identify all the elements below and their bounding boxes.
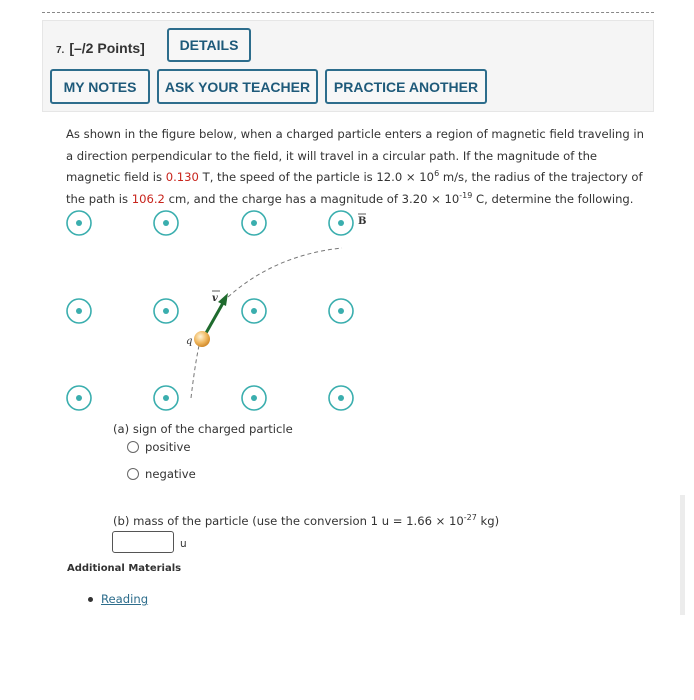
field-symbol-icon <box>328 210 354 236</box>
question-number: 7. <box>56 45 65 56</box>
field-value: 0.130 <box>165 170 199 184</box>
field-symbol-icon <box>241 385 267 411</box>
field-symbol-icon <box>241 298 267 324</box>
field-symbol-icon <box>328 298 354 324</box>
velocity-arrowhead <box>218 293 228 306</box>
velocity-label: v <box>212 293 218 304</box>
mass-unit: u <box>180 538 187 550</box>
conversion-exponent: -27 <box>463 513 477 523</box>
charge-exponent: -19 <box>459 190 473 200</box>
question-header: 7. [–/2 Points] DETAILS MY NOTES ASK YOUR… <box>42 20 654 112</box>
prompt-text: cm, and the charge has a magnitude of 3.… <box>164 191 460 206</box>
prompt-text: C, determine the following. <box>472 191 634 206</box>
field-symbol-icon <box>153 298 179 324</box>
velocity-arrow <box>204 302 225 334</box>
radio-positive[interactable] <box>127 441 139 453</box>
option-positive[interactable]: positive <box>127 440 190 454</box>
option-negative[interactable]: negative <box>127 467 196 481</box>
field-symbol-icon <box>66 385 92 411</box>
part-b-text: kg) <box>476 514 500 528</box>
radius-value: 106.2 <box>131 191 165 206</box>
points-label: [–/2 Points] <box>69 40 145 56</box>
ask-teacher-button[interactable]: ASK YOUR TEACHER <box>157 69 318 104</box>
option-label: negative <box>145 467 196 481</box>
question-prompt: As shown in the figure below, when a cha… <box>66 124 646 210</box>
part-a-label: (a) sign of the charged particle <box>113 422 293 436</box>
radio-negative[interactable] <box>127 468 139 480</box>
mass-answer-input[interactable] <box>112 531 174 553</box>
option-label: positive <box>145 440 191 454</box>
field-out-of-page-symbols <box>66 210 354 411</box>
field-label: B <box>358 216 366 227</box>
scrollbar[interactable] <box>680 495 685 615</box>
charged-particle <box>194 331 210 347</box>
field-symbol-icon <box>66 210 92 236</box>
field-symbol-icon <box>328 385 354 411</box>
section-divider <box>42 12 654 13</box>
field-symbol-icon <box>153 385 179 411</box>
practice-another-button[interactable]: PRACTICE ANOTHER <box>325 69 487 104</box>
field-symbol-icon <box>241 210 267 236</box>
bullet-icon <box>88 597 93 602</box>
field-symbol-icon <box>153 210 179 236</box>
field-symbol-icon <box>66 298 92 324</box>
trajectory-after <box>227 247 343 298</box>
additional-materials-heading: Additional Materials <box>67 563 182 574</box>
my-notes-button[interactable]: MY NOTES <box>50 69 150 104</box>
details-button[interactable]: DETAILS <box>167 28 251 62</box>
reading-link[interactable]: Reading <box>101 592 148 606</box>
magnetic-field-figure: q v B <box>66 210 366 411</box>
charge-label: q <box>186 336 192 347</box>
part-b-label: (b) mass of the particle (use the conver… <box>113 514 499 528</box>
question-points: 7. [–/2 Points] <box>56 40 145 56</box>
prompt-text: T, the speed of the particle is 12.0 × 1… <box>198 170 435 184</box>
part-b-text: (b) mass of the particle (use the conver… <box>113 514 464 528</box>
